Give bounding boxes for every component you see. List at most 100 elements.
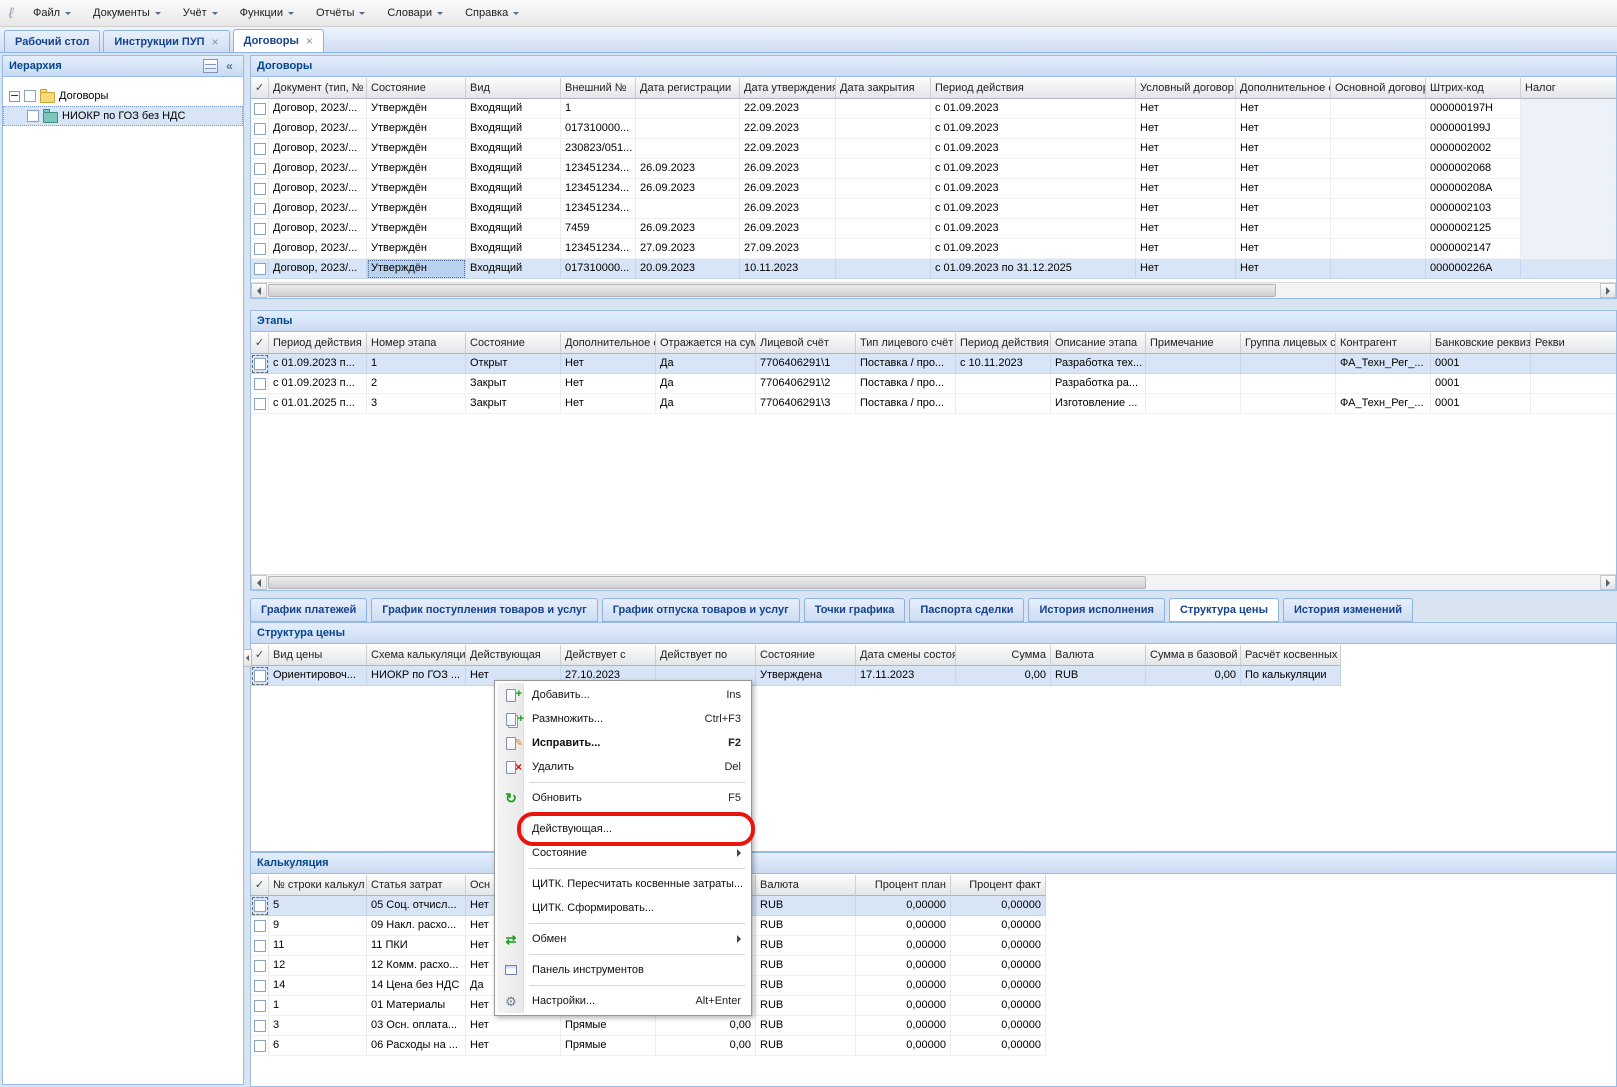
detail-tab[interactable]: Паспорта сделки: [909, 598, 1024, 622]
detail-tab[interactable]: График отпуска товаров и услуг: [602, 598, 800, 622]
column-header[interactable]: Валюта: [756, 875, 856, 896]
close-tab-icon[interactable]: ×: [306, 35, 313, 47]
row-checkbox[interactable]: [254, 940, 266, 952]
column-header[interactable]: Примечание: [1146, 333, 1241, 354]
row-checkbox[interactable]: [254, 163, 266, 175]
column-header[interactable]: Тип лицевого счёт: [856, 333, 956, 354]
column-header[interactable]: Дата смены состоя: [856, 645, 956, 666]
column-header[interactable]: Условный договор: [1136, 78, 1236, 99]
table-row[interactable]: 101 МатериалыНетПрямые0,00RUB0,000000,00…: [251, 996, 1616, 1016]
table-row[interactable]: с 01.09.2023 п...1ОткрытНетДа7706406291\…: [251, 354, 1616, 374]
column-header[interactable]: Банковские реквиз: [1431, 333, 1531, 354]
column-header[interactable]: № строки калькул: [269, 875, 367, 896]
menubar-item[interactable]: Отчёты: [305, 0, 376, 26]
row-checkbox[interactable]: [254, 1040, 266, 1052]
table-row[interactable]: 606 Расходы на ...НетПрямые0,00RUB0,0000…: [251, 1036, 1616, 1056]
column-header[interactable]: Дата утверждения: [740, 78, 836, 99]
menu-item[interactable]: Действующая...: [497, 817, 749, 841]
column-header[interactable]: ✓: [251, 645, 269, 666]
column-header[interactable]: ✓: [251, 78, 269, 99]
column-header[interactable]: Сумма: [956, 645, 1051, 666]
column-header[interactable]: Период действия: [269, 333, 367, 354]
table-row[interactable]: с 01.09.2023 п...2ЗакрытНетДа7706406291\…: [251, 374, 1616, 394]
main-tab[interactable]: Инструкции ПУП×: [103, 30, 229, 52]
scroll-left-icon[interactable]: [243, 649, 252, 667]
scroll-left-icon[interactable]: [251, 575, 267, 590]
column-header[interactable]: Валюта: [1051, 645, 1146, 666]
row-checkbox[interactable]: [254, 223, 266, 235]
tree-node[interactable]: НИОКР по ГОЗ без НДС: [3, 106, 243, 126]
menu-item[interactable]: Исправить...F2: [497, 731, 749, 755]
column-header[interactable]: Действует по: [656, 645, 756, 666]
column-header[interactable]: Период действия л: [956, 333, 1051, 354]
table-row[interactable]: Ориентировоч...НИОКР по ГОЗ ...Нет27.10.…: [251, 666, 1616, 686]
column-header[interactable]: ✓: [251, 333, 269, 354]
row-checkbox[interactable]: [254, 143, 266, 155]
detail-tab[interactable]: История изменений: [1283, 598, 1413, 622]
column-header[interactable]: Основной договор: [1331, 78, 1426, 99]
column-header[interactable]: Сумма в базовой в: [1146, 645, 1241, 666]
column-header[interactable]: Дата закрытия: [836, 78, 931, 99]
column-header[interactable]: Действует с: [561, 645, 656, 666]
row-checkbox[interactable]: [254, 243, 266, 255]
menu-item[interactable]: УдалитьDel: [497, 755, 749, 779]
table-row[interactable]: Договор, 2023/...УтверждёнВходящий230823…: [251, 139, 1616, 159]
row-checkbox[interactable]: [254, 1000, 266, 1012]
column-header[interactable]: Внешний №: [561, 78, 636, 99]
menu-item[interactable]: Размножить...Ctrl+F3: [497, 707, 749, 731]
column-header[interactable]: Лицевой счёт: [756, 333, 856, 354]
column-header[interactable]: Дата регистрации: [636, 78, 740, 99]
column-header[interactable]: Номер этапа: [367, 333, 466, 354]
scroll-thumb[interactable]: [268, 576, 1146, 589]
table-row[interactable]: 909 Накл. расхо...НетRUB0,000000,00000: [251, 916, 1616, 936]
detail-tab[interactable]: Точки графика: [804, 598, 906, 622]
column-header[interactable]: Состояние: [466, 333, 561, 354]
table-row[interactable]: Договор, 2023/...УтверждёнВходящий017310…: [251, 119, 1616, 139]
row-checkbox[interactable]: [254, 900, 266, 912]
detail-tab[interactable]: История исполнения: [1028, 598, 1165, 622]
column-header[interactable]: Рекви: [1531, 333, 1616, 354]
close-tab-icon[interactable]: ×: [212, 36, 219, 48]
column-header[interactable]: Действующая: [466, 645, 561, 666]
row-checkbox[interactable]: [254, 123, 266, 135]
row-checkbox[interactable]: [254, 263, 266, 275]
column-header[interactable]: Период действия: [931, 78, 1136, 99]
table-row[interactable]: Договор, 2023/...УтверждёнВходящий122.09…: [251, 99, 1616, 119]
contracts-hscrollbar[interactable]: [251, 282, 1616, 298]
column-header[interactable]: Дополнительное с: [561, 333, 656, 354]
table-row[interactable]: Договор, 2023/...УтверждёнВходящий745926…: [251, 219, 1616, 239]
table-row[interactable]: Договор, 2023/...УтверждёнВходящий123451…: [251, 159, 1616, 179]
table-row[interactable]: Договор, 2023/...УтверждёнВходящий123451…: [251, 239, 1616, 259]
detail-tab[interactable]: График поступления товаров и услуг: [371, 598, 597, 622]
column-header[interactable]: Процент план: [856, 875, 951, 896]
menubar-item[interactable]: Словари: [376, 0, 454, 26]
scroll-left-icon[interactable]: [251, 283, 267, 298]
menubar-item[interactable]: Функции: [229, 0, 305, 26]
menubar-item[interactable]: Файл: [22, 0, 82, 26]
menu-item[interactable]: ОбновитьF5: [497, 786, 749, 810]
hierarchy-settings-icon[interactable]: [203, 59, 218, 73]
row-checkbox[interactable]: [254, 670, 266, 682]
scroll-thumb[interactable]: [268, 284, 1276, 297]
menubar-item[interactable]: Документы: [82, 0, 172, 26]
column-header[interactable]: Состояние: [367, 78, 466, 99]
table-row[interactable]: Договор, 2023/...УтверждёнВходящий017310…: [251, 259, 1616, 279]
menubar-item[interactable]: Справка: [454, 0, 530, 26]
menu-item[interactable]: Добавить...Ins: [497, 683, 749, 707]
tree-checkbox[interactable]: [27, 110, 39, 122]
row-checkbox[interactable]: [254, 358, 266, 370]
row-checkbox[interactable]: [254, 203, 266, 215]
detail-tab[interactable]: График платежей: [250, 598, 367, 622]
table-row[interactable]: 1414 Цена без НДСДаRUB0,000000,00000: [251, 976, 1616, 996]
menu-item[interactable]: ЦИТК. Сформировать...: [497, 896, 749, 920]
collapse-panel-icon[interactable]: «: [222, 59, 237, 73]
row-checkbox[interactable]: [254, 103, 266, 115]
column-header[interactable]: Дополнительное с: [1236, 78, 1331, 99]
column-header[interactable]: Документ (тип, №: [269, 78, 367, 99]
row-checkbox[interactable]: [254, 980, 266, 992]
tree-expander-icon[interactable]: [9, 91, 20, 102]
menu-item[interactable]: Панель инструментов: [497, 958, 749, 982]
scroll-right-icon[interactable]: [1600, 575, 1616, 590]
column-header[interactable]: Отражается на сум: [656, 333, 756, 354]
column-header[interactable]: Вид цены: [269, 645, 367, 666]
